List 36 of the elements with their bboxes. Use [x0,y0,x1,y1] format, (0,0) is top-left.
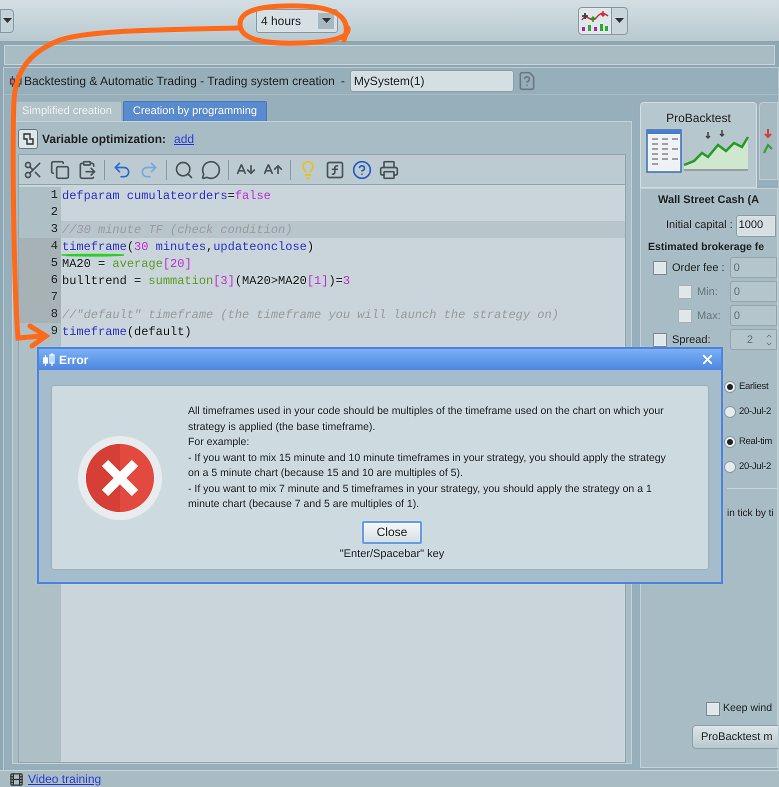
message-text: For example: [188,435,250,450]
brokerage-title: Estimated brokerage fe [648,240,766,254]
radio-label: Real-tim [739,435,772,450]
code-line: //"default" timeframe (the timeframe you will launch the strategy on) [61,308,559,322]
initial-capital-label: Initial capital : [666,218,733,234]
line-number: 3 [19,221,61,238]
fee-label: Spread: [672,332,711,348]
instrument-name: Wall Street Cash (A [658,193,760,208]
window-title: Backtesting & Automatic Trading - Trading system creation [24,73,335,90]
fee-label: Order fee : [672,260,725,276]
message-text: - If you want to mix 15 minute and 10 minute timeframes in your strategy, you should apply the strategy on a 5 minute chart (because 15 and 10 are multiples of 5). [188,450,667,481]
radio-label: 20-Jul-2 [739,405,771,420]
keep-window-label: Keep wind [723,701,772,716]
line-number: 1 [19,187,61,204]
line-number: 8 [19,306,61,323]
code-line: MA20 = average[20] [61,256,192,270]
dialog-title: Error [59,352,88,368]
line-number: 7 [19,289,61,306]
code-line: bulltrend = summation[3](MA20>MA20[1])=3 [61,274,350,288]
line-number: 5 [19,255,61,272]
line-number: 2 [19,204,61,221]
code-line: defparam cumulateorders=false [61,188,271,202]
radio-label: 20-Jul-2 [739,460,771,474]
line-number: 6 [19,272,61,289]
message-text: All timeframes used in your code should be multiples of the timeframe used on the chart on which your strategy is applied (the base timeframe). [188,404,665,434]
fee-label: Min: [697,284,718,300]
line-number: 4 [19,238,61,255]
fee-label: Max: [697,308,721,324]
keyboard-hint: "Enter/Spacebar" key [340,546,444,562]
radio-label: Earliest [739,380,768,394]
code-line: timeframe(30 minutes,updateonclose) [61,240,314,254]
variable-optimization-label: Variable optimization: [42,131,166,148]
message-text: - If you want to mix 7 minute and 5 timeframes in your strategy, you should apply the strategy on a 1 minute chart (because 7 and 5 are multiples of 1). [188,482,653,512]
title-separator: - [340,73,345,90]
code-line: timeframe(default) [61,324,192,338]
tick-note: in tick by ti [727,508,774,520]
